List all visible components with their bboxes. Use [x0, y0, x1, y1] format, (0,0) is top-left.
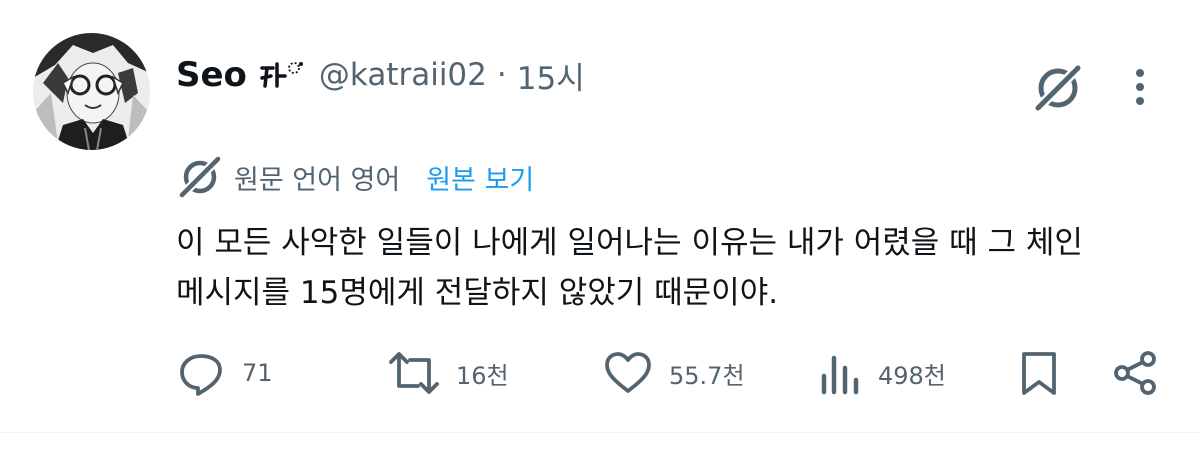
- tweet-header: Seo @katraii02 · 15시: [176, 52, 585, 98]
- tweet-text: 이 모든 사악한 일들이 나에게 일어나는 이유는 내가 어렸을 때 그 체인 …: [176, 218, 1166, 318]
- avatar[interactable]: [33, 33, 150, 150]
- divider: [0, 432, 1200, 433]
- views-icon: [821, 355, 859, 395]
- views-button[interactable]: 498천: [818, 346, 946, 400]
- more-icon: [1136, 69, 1144, 105]
- heart-icon: [605, 352, 651, 393]
- grok-icon: [1033, 63, 1083, 113]
- display-name[interactable]: Seo: [176, 55, 247, 95]
- share-icon: [1114, 351, 1156, 395]
- tweet: Seo @katraii02 · 15시 원문 언어 영어 원본 보기 이 모든…: [0, 0, 1200, 455]
- translate-icon: [177, 154, 223, 200]
- retweet-icon: [389, 352, 439, 394]
- reply-count: 71: [242, 359, 273, 387]
- grok-button[interactable]: [1030, 60, 1086, 116]
- name-emoji-icon: [259, 58, 307, 92]
- share-button[interactable]: [1110, 346, 1160, 400]
- retweet-count: 16천: [456, 361, 509, 390]
- avatar-image: [33, 33, 150, 150]
- separator-dot: ·: [496, 57, 507, 93]
- more-options-button[interactable]: [1122, 62, 1158, 112]
- like-button[interactable]: 55.7천: [603, 346, 745, 400]
- reply-button[interactable]: 71: [176, 346, 273, 400]
- view-original-link[interactable]: 원본 보기: [426, 158, 534, 197]
- tweet-text-line: 이 모든 사악한 일들이 나에게 일어나는 이유는 내가 어렸을 때 그 체인: [176, 225, 1083, 261]
- timestamp[interactable]: 15시: [517, 53, 585, 98]
- translation-notice: 원문 언어 영어 원본 보기: [176, 152, 534, 202]
- tweet-text-line: 메시지를 15명에게 전달하지 않았기 때문이야.: [176, 275, 779, 311]
- like-count: 55.7천: [669, 361, 745, 390]
- reply-icon: [180, 354, 222, 396]
- views-count: 498천: [878, 361, 946, 390]
- user-handle[interactable]: @katraii02: [319, 57, 487, 93]
- retweet-button[interactable]: 16천: [388, 346, 509, 400]
- bookmark-button[interactable]: [1014, 346, 1064, 400]
- translation-label: 원문 언어 영어: [234, 164, 401, 196]
- bookmark-icon: [1022, 352, 1056, 395]
